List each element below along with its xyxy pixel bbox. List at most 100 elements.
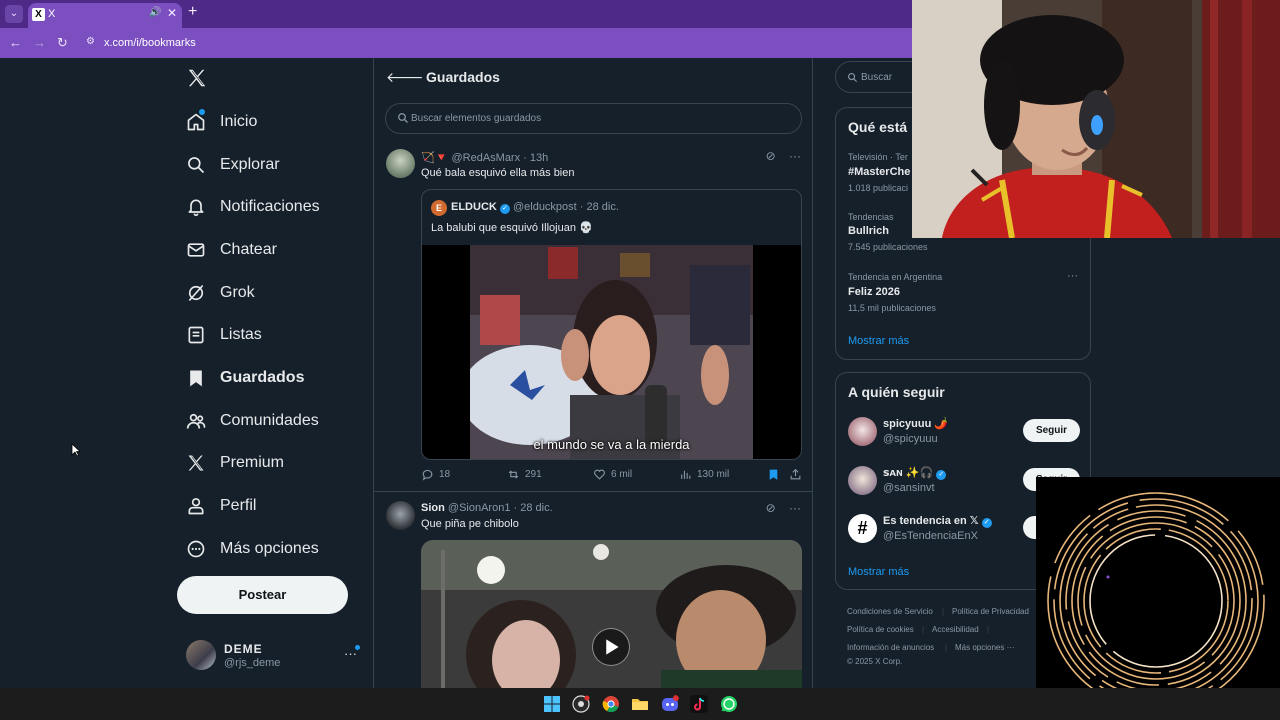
footer-copyright: © 2025 X Corp. <box>847 657 903 666</box>
footer-link-privacy[interactable]: Política de Privacidad <box>952 607 1029 616</box>
footer-separator: | <box>922 625 925 634</box>
whatsapp-icon[interactable] <box>720 695 738 713</box>
play-icon <box>606 639 619 655</box>
tweet-author-name[interactable]: 🏹🔻 <box>421 152 448 164</box>
trend-category: Tendencia en Argentina <box>848 272 943 282</box>
forward-icon[interactable]: → <box>33 35 46 50</box>
bell-icon <box>188 199 204 217</box>
search-icon <box>848 73 858 83</box>
quoted-tweet[interactable]: E ELDUCK ✓ @elduckpost · 28 dic. La balu… <box>421 189 802 460</box>
site-settings-icon[interactable]: ⚙ <box>86 36 98 48</box>
people-icon <box>186 413 206 429</box>
tweet-top-actions: ⊘ ··· <box>766 149 801 163</box>
file-explorer-icon[interactable] <box>631 695 649 713</box>
footer-link-cookies[interactable]: Política de cookies <box>847 625 914 634</box>
avatar: E <box>431 200 447 216</box>
share-icon <box>790 468 801 480</box>
back-arrow-icon[interactable]: 🡐 <box>386 69 424 86</box>
follow-show-more-link[interactable]: Mostrar más <box>848 566 909 578</box>
tab-close-icon[interactable]: ✕ <box>167 6 177 20</box>
audio-playing-icon[interactable]: 🔊 <box>149 7 161 18</box>
search-icon <box>188 157 205 174</box>
windows-start-icon[interactable] <box>543 695 561 713</box>
bookmarks-search-input[interactable]: Buscar elementos guardados <box>385 103 802 134</box>
tiktok-icon[interactable] <box>690 695 708 713</box>
nav-label: Grok <box>220 284 255 301</box>
trend-name[interactable]: Bullrich <box>848 225 889 237</box>
footer-link-ads-info[interactable]: Información de anuncios <box>847 643 934 652</box>
footer-separator: | <box>987 625 990 634</box>
follow-handle: @sansinvt <box>883 482 935 494</box>
footer-link-more[interactable]: Más opciones ··· <box>955 643 1015 652</box>
reply-button[interactable]: 18 <box>421 468 450 481</box>
grok-icon[interactable]: ⊘ <box>766 149 776 163</box>
x-logo-icon[interactable] <box>186 67 208 89</box>
nav-item-chatear[interactable]: Chatear <box>186 236 277 264</box>
nav-item-guardados[interactable]: Guardados <box>186 364 304 392</box>
nav-item-grok[interactable]: Grok <box>186 279 255 307</box>
follow-handle: @spicyuuu <box>883 433 938 445</box>
tweet-author-name[interactable]: Sion <box>421 502 445 514</box>
nav-item-mas-opciones[interactable]: Más opciones <box>186 535 319 563</box>
nav-item-inicio[interactable]: Inicio <box>186 108 257 136</box>
discord-icon[interactable] <box>661 695 679 713</box>
nav-label: Más opciones <box>220 540 319 557</box>
tab-search-button[interactable]: ⌄ <box>5 5 23 23</box>
nav-label: Explorar <box>220 156 280 173</box>
trends-show-more-link[interactable]: Mostrar más <box>848 335 909 347</box>
avatar <box>848 417 877 446</box>
quote-header: ELDUCK ✓ @elduckpost · 28 dic. <box>451 201 619 214</box>
bookmark-button[interactable] <box>767 468 785 481</box>
video-caption: el mundo se va a la mierda <box>533 437 690 452</box>
views-button[interactable]: 130 mil <box>679 468 729 481</box>
notification-dot <box>199 109 205 115</box>
share-button[interactable] <box>789 468 807 481</box>
browser-tab[interactable]: X X 🔊 ✕ <box>28 3 182 28</box>
nav-item-notificaciones[interactable]: Notificaciones <box>186 193 320 221</box>
nav-label: Chatear <box>220 241 277 258</box>
nav-item-comunidades[interactable]: Comunidades <box>186 407 319 435</box>
more-icon[interactable]: ··· <box>789 149 801 163</box>
obs-icon[interactable] <box>572 695 590 713</box>
repost-button[interactable]: 291 <box>507 468 542 481</box>
trends-title: Qué está <box>848 119 908 135</box>
footer-link-accessibility[interactable]: Accesibilidad <box>932 625 979 634</box>
trend-category: Televisión · Ter <box>848 152 908 162</box>
follow-button[interactable]: Seguir <box>1023 419 1080 442</box>
reply-count: 18 <box>439 469 451 480</box>
chrome-icon[interactable] <box>602 695 620 713</box>
trend-category: Tendencias <box>848 212 894 222</box>
home-icon <box>187 113 205 131</box>
tweet-meta: @RedAsMarx · 13h <box>451 152 549 164</box>
more-icon[interactable]: ··· <box>1067 270 1078 282</box>
quote-video[interactable]: el mundo se va a la mierda <box>422 245 801 459</box>
avatar <box>386 501 415 530</box>
like-count: 6 mil <box>611 469 633 480</box>
audio-visualizer-overlay <box>1036 477 1280 720</box>
tweet[interactable]: 🏹🔻 @RedAsMarx · 13h ⊘ ··· Qué bala esqui… <box>374 146 813 492</box>
verified-badge-icon: ✓ <box>936 470 947 480</box>
back-icon[interactable]: ← <box>9 35 22 50</box>
reload-icon[interactable]: ↻ <box>57 35 68 51</box>
mouse-cursor-icon <box>71 443 81 457</box>
main-column: 🡐 Guardados Buscar elementos guardados 🏹… <box>373 58 813 688</box>
follow-suggestion[interactable]: spicyuuu 🌶️ @spicyuuu Seguir <box>848 415 1080 449</box>
nav-item-premium[interactable]: Premium <box>186 449 284 477</box>
trend-name[interactable]: Feliz 2026 <box>848 286 900 298</box>
play-button[interactable] <box>592 628 630 666</box>
tweet-video[interactable] <box>421 540 802 688</box>
like-button[interactable]: 6 mil <box>593 468 632 481</box>
new-tab-icon[interactable]: + <box>188 3 197 21</box>
trend-name[interactable]: #MasterChe <box>848 166 910 178</box>
footer-link-terms[interactable]: Condiciones de Servicio <box>847 607 933 616</box>
tab-title: X <box>48 8 56 20</box>
more-icon[interactable]: ··· <box>789 501 801 515</box>
grok-icon[interactable]: ⊘ <box>766 501 776 515</box>
post-button[interactable]: Postear <box>177 576 348 614</box>
profile-switcher[interactable]: DEME @rjs_deme ··· <box>186 640 362 672</box>
nav-item-listas[interactable]: Listas <box>186 321 262 349</box>
notification-dot <box>355 645 360 650</box>
url-field[interactable]: x.com/i/bookmarks <box>104 37 196 49</box>
nav-item-explorar[interactable]: Explorar <box>186 151 280 179</box>
nav-item-perfil[interactable]: Perfil <box>186 492 256 520</box>
